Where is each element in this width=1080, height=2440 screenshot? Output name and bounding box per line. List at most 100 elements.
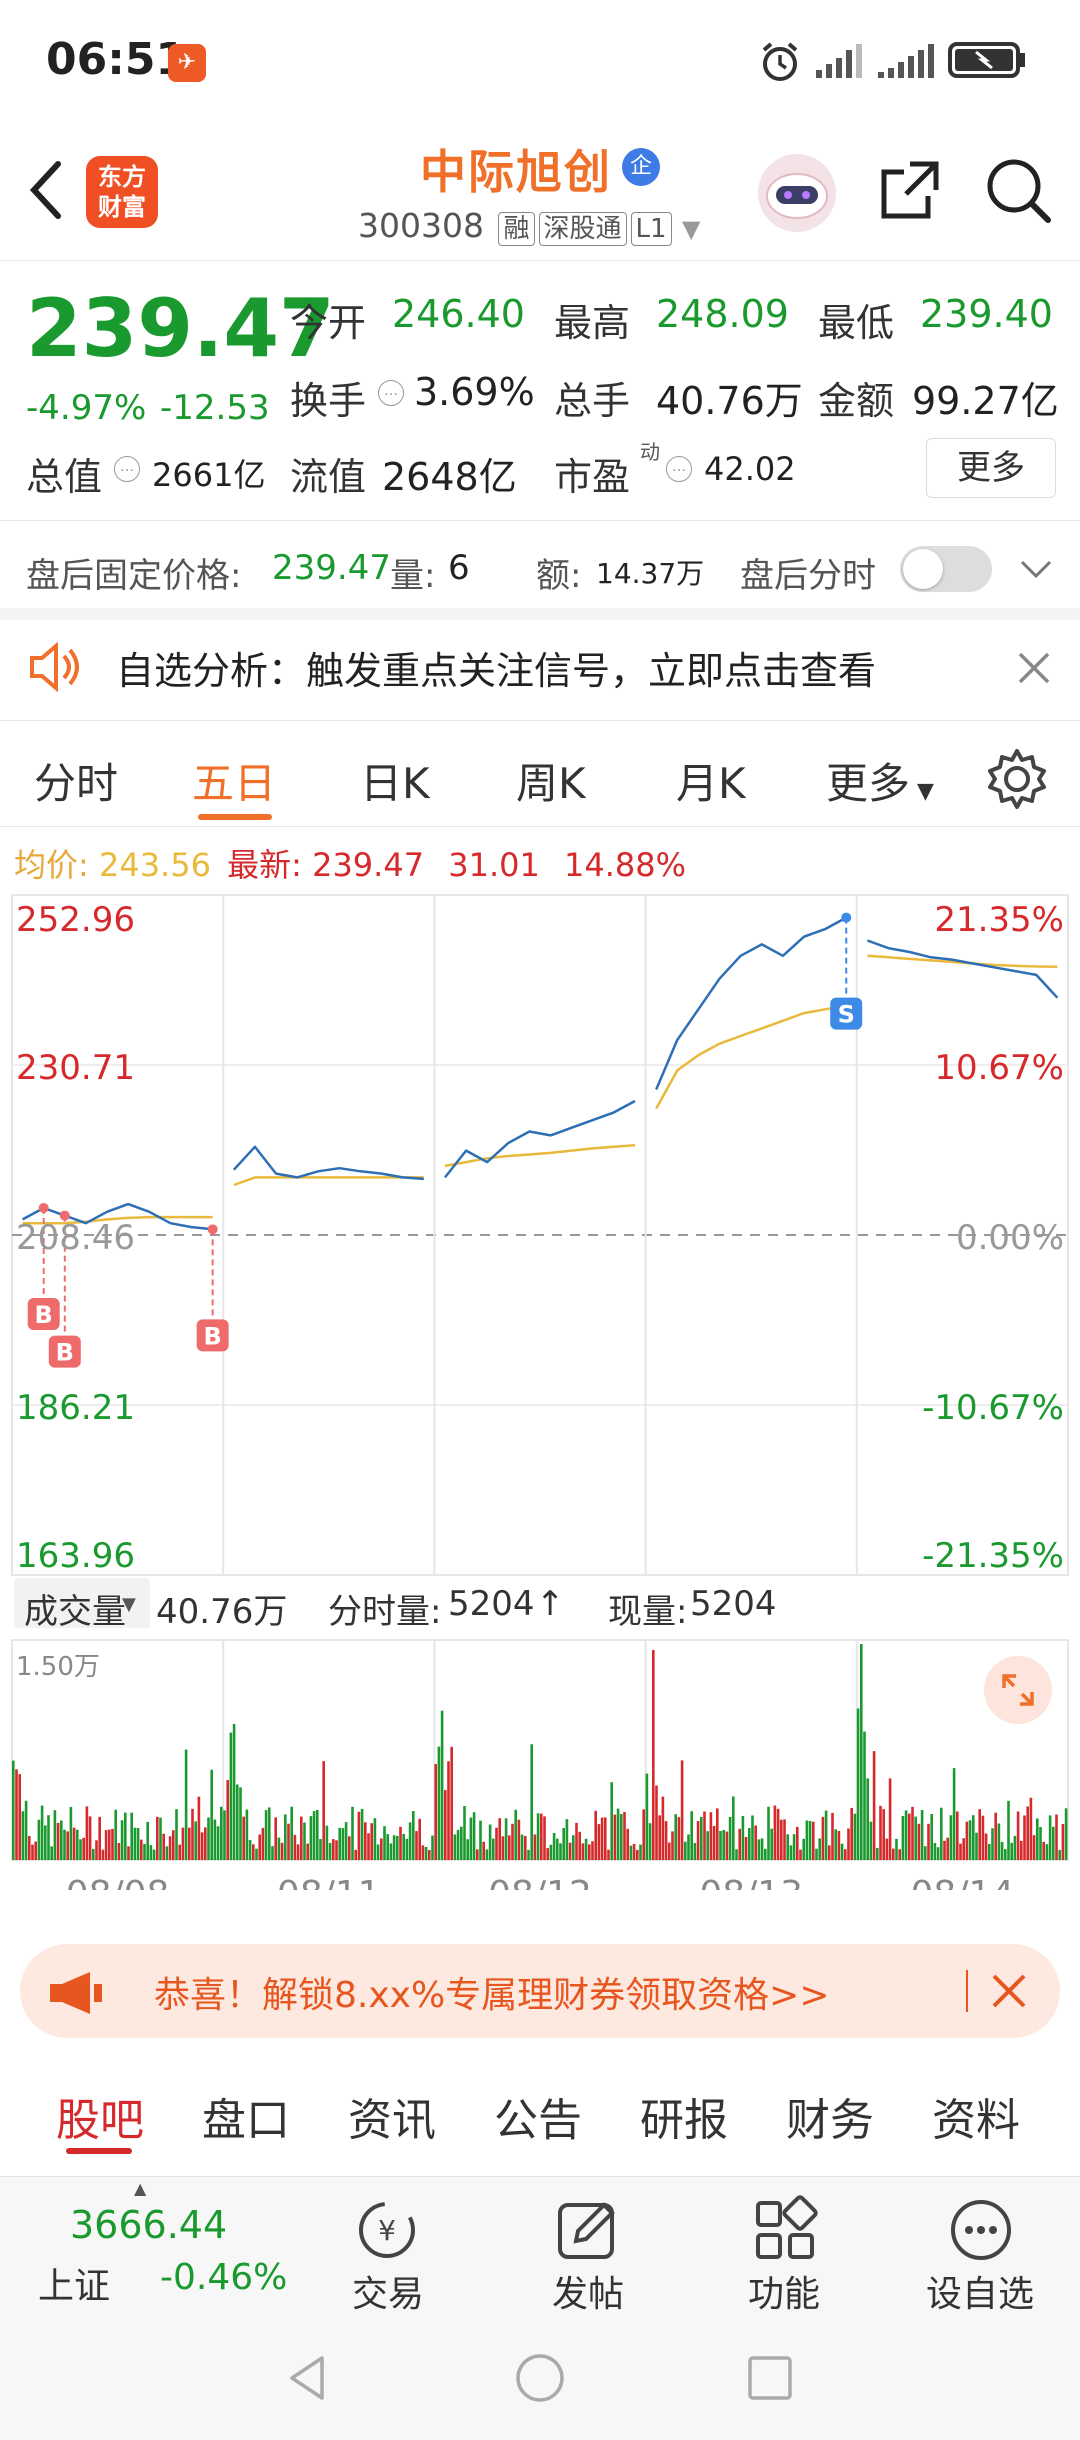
volume-bar [895, 1838, 898, 1860]
low-label: 最低 [818, 301, 895, 345]
volume-bar [216, 1826, 220, 1860]
tab-daily-k[interactable]: 日K [360, 750, 430, 811]
volume-bar [690, 1811, 693, 1860]
volume-bar [949, 1815, 953, 1860]
low-value: 239.40 [920, 292, 1053, 336]
volume-bar [716, 1808, 719, 1860]
search-icon[interactable] [978, 150, 1058, 230]
tag-margin: 融 [498, 212, 535, 246]
after-hours-toggle[interactable] [900, 546, 992, 592]
app-logo: 东方 财富 [86, 156, 158, 228]
volume-bar [997, 1823, 1001, 1860]
nav-home-icon[interactable] [512, 2352, 568, 2408]
volume-bar [642, 1809, 645, 1860]
volume-bar [712, 1825, 716, 1860]
expand-button[interactable] [984, 1656, 1052, 1724]
latest-percent: 14.88% [564, 846, 687, 884]
volume-bar [1007, 1800, 1010, 1860]
chevron-down-icon[interactable] [1016, 552, 1056, 588]
info-icon[interactable]: … [114, 456, 140, 482]
settings-gear-icon[interactable] [984, 746, 1050, 812]
tab-weekly-k[interactable]: 周K [516, 750, 586, 811]
tab-forum[interactable]: 股吧 [56, 2084, 144, 2148]
volume-bar [882, 1809, 885, 1860]
volume-bar [63, 1829, 66, 1860]
volume-bar [332, 1839, 335, 1860]
robot-assistant-icon[interactable] [758, 154, 836, 232]
promo-banner[interactable]: 恭喜！解锁8.xx%专属理财券领取资格>> [20, 1944, 1060, 2038]
volume-bar [242, 1816, 245, 1860]
info-icon[interactable]: … [666, 456, 692, 482]
volume-bar [844, 1849, 847, 1860]
trade-button[interactable]: ¥ 交易 [330, 2177, 450, 2317]
tab-announcements[interactable]: 公告 [494, 2084, 582, 2148]
volume-bar [581, 1843, 585, 1860]
volume-bar [408, 1822, 412, 1860]
volume-bar [412, 1811, 415, 1860]
volume-bar [930, 1814, 933, 1860]
nav-recents-icon[interactable] [744, 2354, 796, 2406]
volume-bar [639, 1844, 642, 1860]
alert-banner[interactable]: 自选分析：触发重点关注信号，立即点击查看 [0, 618, 1080, 714]
pe-value: 42.02 [704, 450, 796, 488]
post-button[interactable]: 发帖 [530, 2177, 650, 2317]
tick-volume-label: 分时量: [328, 1592, 442, 1632]
function-button[interactable]: 功能 [726, 2177, 846, 2317]
close-icon[interactable] [988, 1970, 1030, 2012]
more-button[interactable]: 更多 [926, 438, 1056, 498]
stock-name[interactable]: 中际旭创 [420, 136, 612, 202]
volume-bar [850, 1807, 853, 1860]
share-icon[interactable] [870, 150, 950, 230]
volume-bar [482, 1841, 485, 1860]
volume-bar [533, 1834, 537, 1860]
volume-bar [757, 1839, 761, 1860]
close-icon[interactable] [1014, 648, 1054, 688]
volume-bar [866, 1778, 869, 1860]
info-icon[interactable]: … [378, 380, 404, 406]
y-axis-right-tick: 21.35% [934, 900, 1064, 940]
volume-bar [943, 1840, 946, 1860]
tab-finance[interactable]: 财务 [786, 2084, 874, 2148]
tick-volume-value: 5204 [448, 1584, 535, 1624]
volume-bar [575, 1822, 578, 1860]
signal-icon-2 [878, 44, 934, 78]
volume-bar [623, 1812, 626, 1860]
tab-research[interactable]: 研报 [640, 2084, 728, 2148]
alarm-icon [762, 42, 798, 81]
volume-bar [898, 1849, 901, 1860]
volume-bar [840, 1843, 844, 1860]
volume-bar [818, 1838, 821, 1860]
five-day-chart[interactable]: BBBS 252.96230.71208.46186.21163.9621.35… [0, 890, 1080, 1890]
volume-bar [552, 1833, 556, 1860]
back-button[interactable] [22, 150, 82, 230]
add-watchlist-button[interactable]: 设自选 [910, 2177, 1050, 2317]
latest-change: 31.01 [448, 846, 540, 884]
tab-five-day[interactable]: 五日 [192, 750, 276, 811]
tab-orderbook[interactable]: 盘口 [202, 2084, 290, 2148]
volume-bar [828, 1845, 831, 1860]
index-ticker[interactable]: ▲ 3666.44 上证 -0.46% [0, 2177, 300, 2317]
tab-monthly-k[interactable]: 月K [676, 750, 746, 811]
title-bar: 东方 财富 中际旭创 企 300308 融深股通 L1 ▼ [0, 120, 1080, 260]
volume-bar [72, 1827, 76, 1860]
stock-code-row[interactable]: 300308 融深股通 L1 ▼ [358, 206, 701, 246]
tab-profile[interactable]: 资料 [932, 2084, 1020, 2148]
volume-bar [952, 1768, 956, 1860]
megaphone-icon [50, 1972, 102, 2014]
index-value: 3666.44 [70, 2203, 228, 2247]
volume-bar [556, 1838, 559, 1860]
tab-intraday[interactable]: 分时 [34, 750, 118, 811]
tab-more[interactable]: 更多 ▼ [826, 750, 934, 811]
volume-bar [869, 1821, 873, 1860]
latest-label: 最新: [227, 846, 302, 884]
tab-news[interactable]: 资讯 [348, 2084, 436, 2148]
volume-bar [98, 1816, 101, 1860]
trade-icon: ¥ [359, 2202, 415, 2258]
volume-bar [476, 1849, 479, 1860]
after-hours-qty: 6 [448, 548, 470, 588]
volume-bar [732, 1796, 735, 1860]
volume-bar [268, 1807, 271, 1860]
nav-back-icon[interactable] [282, 2352, 334, 2404]
volume-bar [245, 1809, 249, 1860]
volume-bar [696, 1821, 700, 1860]
